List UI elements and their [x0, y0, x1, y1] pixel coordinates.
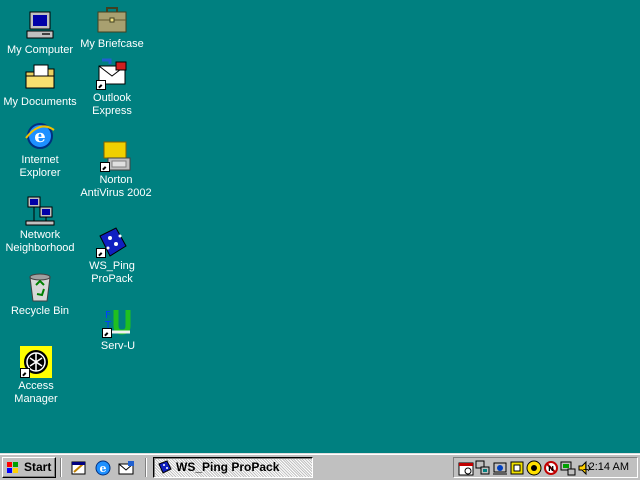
outlook-express-icon	[96, 58, 128, 90]
desktop-icon-outlook-express[interactable]: Outlook Express	[74, 58, 150, 118]
folder-tray-icon[interactable]	[509, 460, 525, 476]
serv-u-icon: FT	[102, 306, 134, 338]
norton-antivirus-icon	[100, 140, 132, 172]
sync-tray-icon[interactable]	[492, 460, 508, 476]
shortcut-arrow-icon	[20, 368, 30, 378]
shortcut-arrow-icon	[102, 328, 112, 338]
desktop-icon-network-neighborhood[interactable]: Network Neighborhood	[2, 195, 78, 255]
ws-ping-icon	[158, 460, 172, 474]
clock[interactable]: 12:14 AM	[583, 458, 629, 477]
taskbar-button-ws-ping[interactable]: WS_Ping ProPack	[153, 457, 313, 478]
internet-explorer-icon: e	[24, 120, 56, 152]
shortcut-arrow-icon	[96, 80, 106, 90]
svg-text:e: e	[100, 462, 107, 475]
shortcut-arrow-icon	[96, 248, 106, 258]
taskbar-separator	[145, 458, 147, 477]
task-label: WS_Ping ProPack	[176, 460, 280, 474]
blocked-tray-icon[interactable]: N	[543, 460, 559, 476]
norton-tray-icon[interactable]	[526, 460, 542, 476]
icon-label: My Briefcase	[80, 38, 144, 50]
desktop-icon-ws-ping-propack[interactable]: WS_Ping ProPack	[74, 226, 150, 286]
icon-label: My Documents	[3, 96, 77, 108]
desktop-icon-access-manager[interactable]: Access Manager	[0, 346, 74, 406]
desktop-icon-my-documents[interactable]: My Documents	[2, 62, 78, 109]
icon-label: Access Manager	[14, 380, 58, 405]
desktop-icon-recycle-bin[interactable]: Recycle Bin	[2, 271, 78, 318]
desktop-icon-my-briefcase[interactable]: My Briefcase	[74, 4, 150, 51]
network-tray-icon[interactable]	[475, 460, 491, 476]
desktop-icon-internet-explorer[interactable]: e Internet Explorer	[2, 120, 78, 180]
icon-label: My Computer	[6, 44, 74, 56]
icon-label: Serv-U	[100, 340, 136, 352]
icon-label: Network Neighborhood	[5, 229, 75, 254]
briefcase-icon	[96, 4, 128, 36]
my-computer-icon	[24, 10, 56, 42]
network-neighborhood-icon	[24, 195, 56, 227]
start-button[interactable]: Start	[2, 457, 56, 478]
desktop: My Computer My Documents e Internet Expl…	[0, 0, 640, 453]
show-desktop-icon[interactable]	[70, 459, 88, 477]
icon-label: WS_Ping ProPack	[89, 260, 135, 285]
taskbar: Start e WS_Ping ProPack N 12:14 AM	[0, 453, 640, 480]
start-label: Start	[24, 460, 52, 474]
icon-label: Recycle Bin	[10, 305, 70, 317]
icon-label: Internet Explorer	[19, 154, 61, 179]
desktop-icon-my-computer[interactable]: My Computer	[2, 10, 78, 57]
shortcut-arrow-icon	[100, 162, 110, 172]
desktop-icon-serv-u[interactable]: FT Serv-U	[80, 306, 156, 353]
system-tray: N 12:14 AM	[453, 457, 638, 478]
ws-ping-icon	[96, 226, 128, 258]
scheduler-icon[interactable]	[458, 460, 474, 476]
ie-launch-icon[interactable]: e	[94, 459, 112, 477]
desktop-icon-norton-antivirus[interactable]: Norton AntiVirus 2002	[78, 140, 154, 200]
recycle-bin-icon	[24, 271, 56, 303]
monitor-tray-icon[interactable]	[560, 460, 576, 476]
my-documents-icon	[24, 62, 56, 94]
windows-logo-icon	[7, 462, 18, 473]
icon-label: Outlook Express	[92, 92, 132, 117]
icon-label: Norton AntiVirus 2002	[80, 174, 152, 199]
svg-text:N: N	[548, 465, 554, 473]
taskbar-separator	[60, 458, 62, 477]
outlook-launch-icon[interactable]	[117, 459, 135, 477]
access-manager-icon	[20, 346, 52, 378]
